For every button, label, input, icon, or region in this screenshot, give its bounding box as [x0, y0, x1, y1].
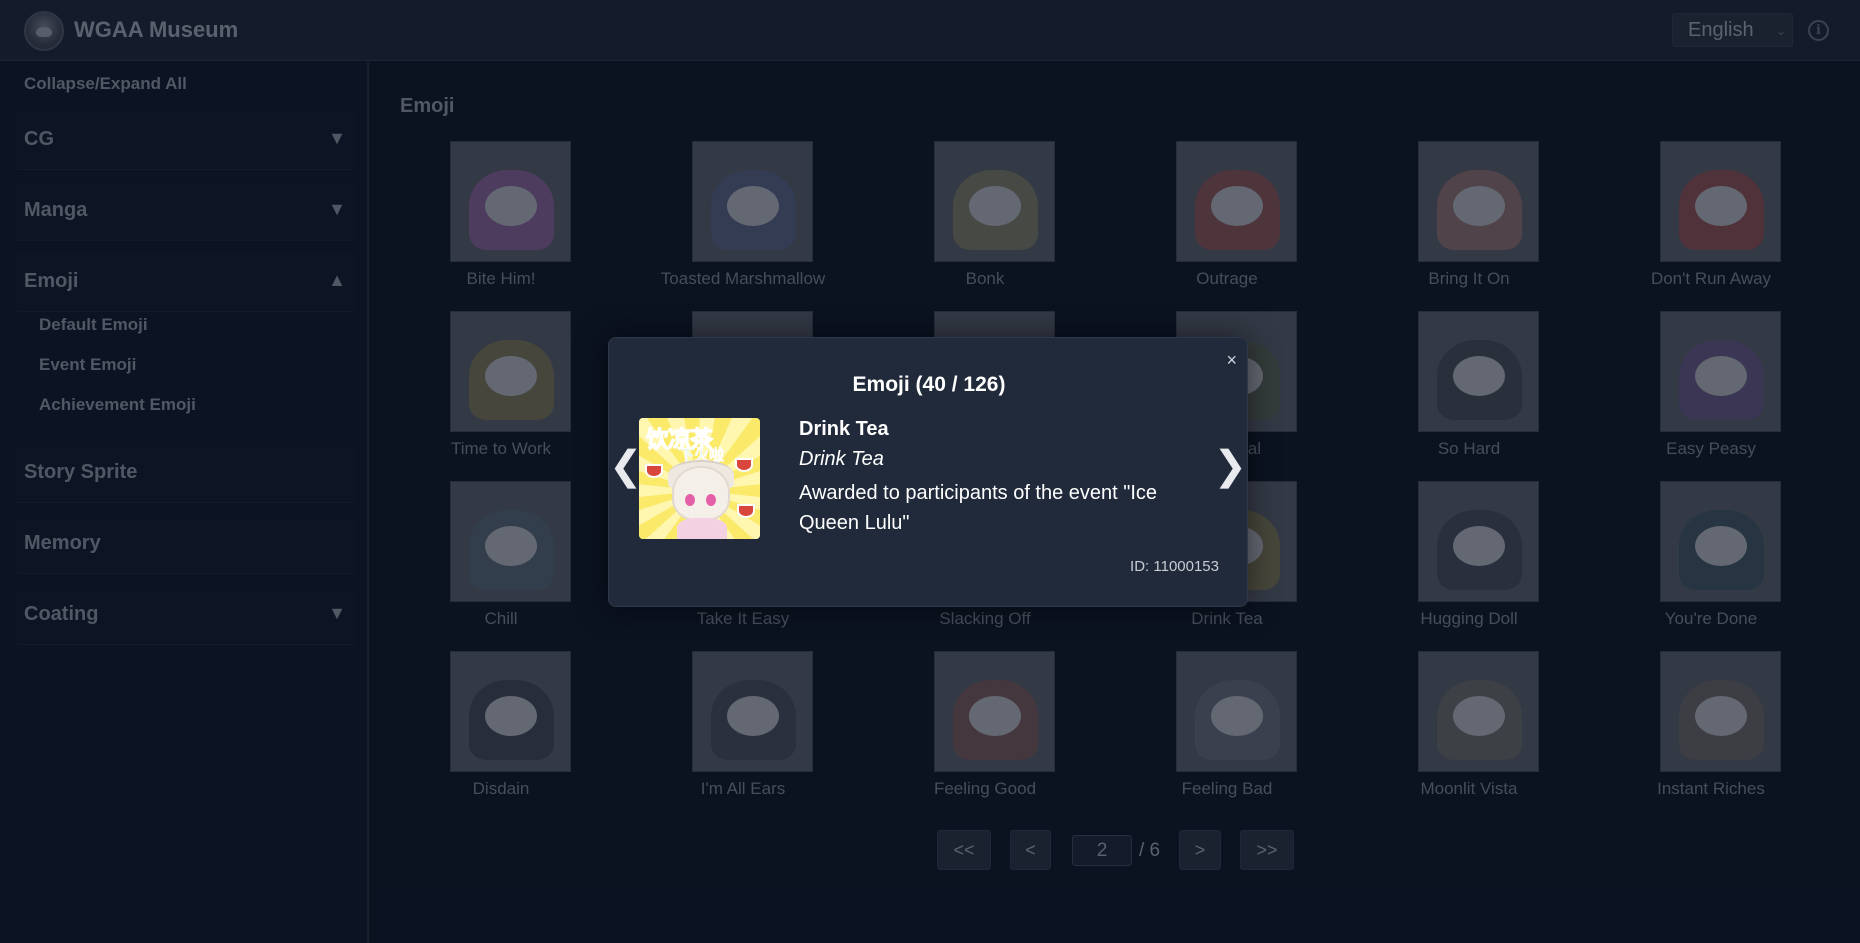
close-icon[interactable]: × [1226, 350, 1237, 371]
emoji-image: 饮凉茶 下火啦 [639, 418, 760, 539]
emoji-id: ID: 11000153 [1130, 558, 1219, 575]
emoji-name: Drink Tea [799, 418, 889, 440]
emoji-subtitle: Drink Tea [799, 448, 884, 470]
emoji-description: Awarded to participants of the event "Ic… [799, 482, 1158, 534]
emoji-detail-modal: Emoji (40 / 126) × ❮ ❯ 饮凉茶 下火啦 Drink Tea… [608, 337, 1248, 607]
modal-title: Emoji (40 / 126) [852, 373, 1006, 396]
chevron-right-icon[interactable]: ❯ [1213, 443, 1247, 489]
chevron-left-icon[interactable]: ❮ [609, 443, 643, 489]
